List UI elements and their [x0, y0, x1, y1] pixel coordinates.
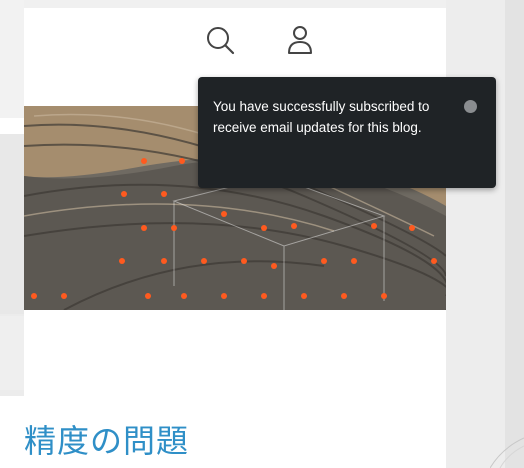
search-icon: [207, 27, 235, 55]
page-curl: [490, 437, 524, 468]
background-left: [0, 0, 24, 468]
close-icon[interactable]: [464, 100, 477, 113]
user-icon: [288, 26, 312, 54]
post-title[interactable]: 精度の問題: [24, 416, 189, 462]
account-button[interactable]: [282, 22, 318, 58]
search-button[interactable]: [202, 22, 238, 58]
background-right-edge: [505, 0, 524, 468]
subscription-toast: You have successfully subscribed to rece…: [198, 77, 496, 188]
toast-message: You have successfully subscribed to rece…: [213, 99, 430, 135]
